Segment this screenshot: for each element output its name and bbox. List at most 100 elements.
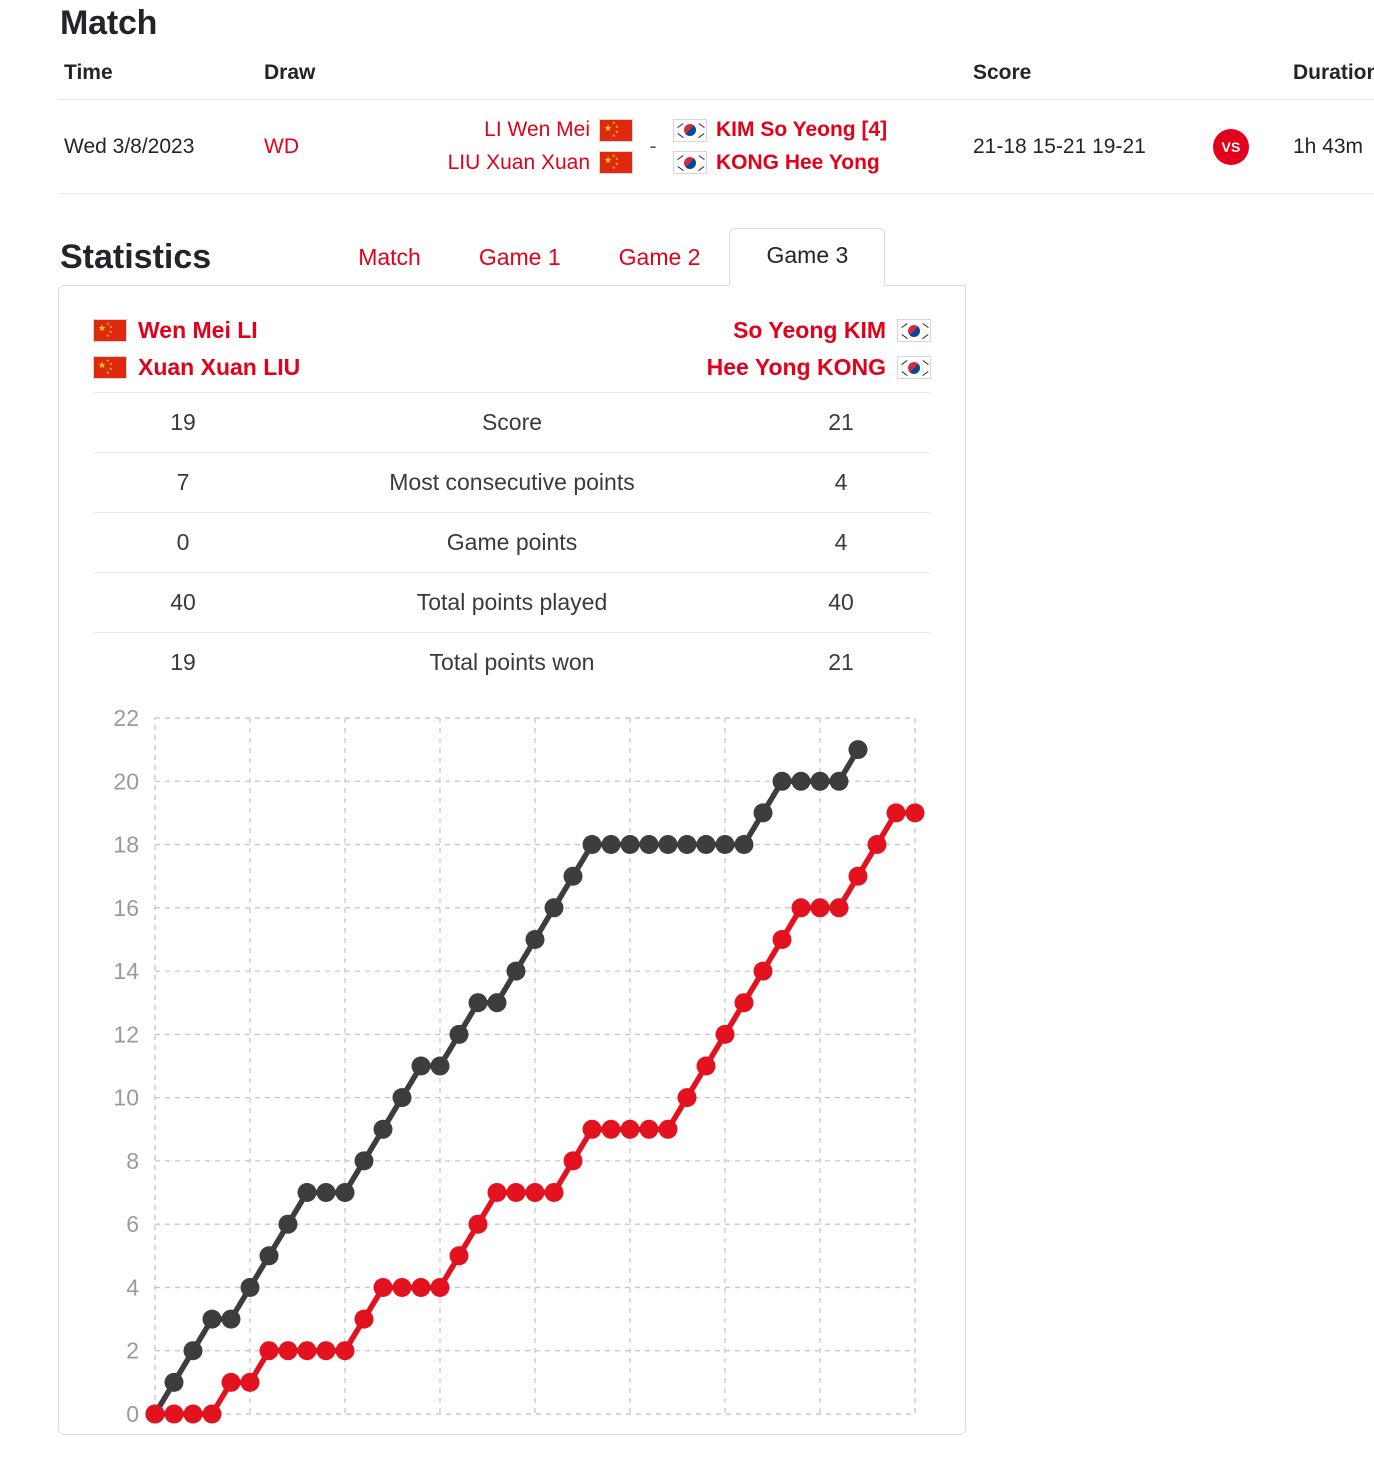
chart-data-point[interactable] (658, 1119, 678, 1139)
chart-data-point[interactable] (278, 1341, 298, 1361)
chart-data-point[interactable] (563, 866, 583, 886)
chart-data-point[interactable] (354, 1309, 374, 1329)
chart-data-point[interactable] (753, 803, 773, 823)
stats-left-player-2[interactable]: ★ ★ ★ ★ ★ Xuan Xuan LIU (93, 354, 300, 381)
tab-match[interactable]: Match (329, 233, 450, 285)
tab-game-2[interactable]: Game 2 (590, 233, 730, 285)
left-player-2-row[interactable]: LIU Xuan Xuan ★ ★ ★ ★ ★ (374, 147, 633, 180)
chart-data-point[interactable] (240, 1372, 260, 1392)
chart-data-point[interactable] (582, 1119, 602, 1139)
chart-data-point[interactable] (468, 993, 488, 1013)
chart-data-point[interactable] (734, 993, 754, 1013)
chart-data-point[interactable] (753, 961, 773, 981)
chart-data-point[interactable] (525, 1183, 545, 1203)
chart-data-point[interactable] (202, 1309, 222, 1329)
statistics-tabs: Match Game 1 Game 2 Game 3 (329, 228, 886, 287)
chart-data-point[interactable] (449, 1024, 469, 1044)
match-time-cell: Wed 3/8/2023 (58, 99, 258, 195)
table-row: 40 Total points played 40 (93, 572, 931, 633)
chart-data-point[interactable] (183, 1341, 203, 1361)
chart-data-point[interactable] (487, 993, 507, 1013)
chart-data-point[interactable] (335, 1341, 355, 1361)
chart-data-point[interactable] (487, 1183, 507, 1203)
chart-data-point[interactable] (221, 1372, 241, 1392)
y-axis-tick-label: 10 (113, 1085, 139, 1111)
chart-data-point[interactable] (791, 771, 811, 791)
chart-data-point[interactable] (297, 1341, 317, 1361)
chart-data-point[interactable] (601, 1119, 621, 1139)
chart-data-point[interactable] (221, 1309, 241, 1329)
chart-data-point[interactable] (563, 1151, 583, 1171)
chart-data-point[interactable] (411, 1278, 431, 1298)
chart-data-point[interactable] (791, 898, 811, 918)
chart-data-point[interactable] (430, 1056, 450, 1076)
chart-data-point[interactable] (354, 1151, 374, 1171)
chart-data-point[interactable] (696, 1056, 716, 1076)
chart-data-point[interactable] (392, 1278, 412, 1298)
chart-data-point[interactable] (392, 1088, 412, 1108)
chart-data-point[interactable] (164, 1372, 184, 1392)
chart-data-point[interactable] (525, 930, 545, 950)
chart-data-point[interactable] (677, 1088, 697, 1108)
match-duration: 1h 43m (1293, 134, 1364, 158)
chart-data-point[interactable] (164, 1404, 184, 1424)
chart-data-point[interactable] (544, 898, 564, 918)
chart-data-point[interactable] (259, 1341, 279, 1361)
chart-data-point[interactable] (430, 1278, 450, 1298)
vs-badge-icon[interactable]: VS (1213, 128, 1249, 165)
players-row-2: ★ ★ ★ ★ ★ Xuan Xuan LIU Hee Yong KONG (93, 349, 931, 386)
chart-data-point[interactable] (772, 771, 792, 791)
chart-data-point[interactable] (658, 835, 678, 855)
chart-data-point[interactable] (620, 835, 640, 855)
chart-data-point[interactable] (373, 1119, 393, 1139)
chart-data-point[interactable] (601, 835, 621, 855)
chart-data-point[interactable] (145, 1404, 165, 1424)
chart-data-point[interactable] (639, 835, 659, 855)
tab-game-3[interactable]: Game 3 (729, 228, 886, 287)
chart-data-point[interactable] (316, 1341, 336, 1361)
chart-data-point[interactable] (297, 1183, 317, 1203)
chart-data-point[interactable] (278, 1214, 298, 1234)
chart-data-point[interactable] (848, 866, 868, 886)
chart-data-point[interactable] (867, 835, 887, 855)
chart-data-point[interactable] (848, 740, 868, 760)
chart-data-point[interactable] (677, 835, 697, 855)
chart-data-point[interactable] (506, 1183, 526, 1203)
stats-left-player-1[interactable]: ★ ★ ★ ★ ★ Wen Mei LI (93, 317, 258, 344)
chart-data-point[interactable] (544, 1183, 564, 1203)
chart-data-point[interactable] (373, 1278, 393, 1298)
chart-data-point[interactable] (905, 803, 925, 823)
chart-data-point[interactable] (582, 835, 602, 855)
chart-data-point[interactable] (810, 771, 830, 791)
chart-data-point[interactable] (829, 898, 849, 918)
match-draw[interactable]: WD (264, 135, 299, 158)
chart-data-point[interactable] (715, 835, 735, 855)
stats-right-player-1[interactable]: So Yeong KIM (733, 317, 931, 344)
right-player-2-row[interactable]: KONG Hee Yong (673, 147, 967, 180)
stat-label: Score (481, 409, 543, 436)
chart-data-point[interactable] (240, 1278, 260, 1298)
chart-data-point[interactable] (696, 835, 716, 855)
chart-data-point[interactable] (620, 1119, 640, 1139)
right-player-1-row[interactable]: KIM So Yeong [4] (673, 114, 967, 147)
tab-game-1[interactable]: Game 1 (450, 233, 590, 285)
chart-data-point[interactable] (202, 1404, 222, 1424)
chart-data-point[interactable] (506, 961, 526, 981)
left-player-1-row[interactable]: LI Wen Mei ★ ★ ★ ★ ★ (374, 114, 633, 147)
chart-data-point[interactable] (468, 1214, 488, 1234)
chart-data-point[interactable] (886, 803, 906, 823)
chart-data-point[interactable] (715, 1024, 735, 1044)
chart-data-point[interactable] (259, 1246, 279, 1266)
chart-data-point[interactable] (829, 771, 849, 791)
stats-right-player-2[interactable]: Hee Yong KONG (707, 354, 931, 381)
chart-data-point[interactable] (183, 1404, 203, 1424)
chart-data-point[interactable] (411, 1056, 431, 1076)
chart-data-point[interactable] (316, 1183, 336, 1203)
chart-data-point[interactable] (449, 1246, 469, 1266)
chart-data-point[interactable] (639, 1119, 659, 1139)
chart-data-point[interactable] (810, 898, 830, 918)
chart-data-point[interactable] (772, 930, 792, 950)
match-row[interactable]: Wed 3/8/2023 WD LI Wen Mei ★ ★ ★ ★ ★ LIU Xua… (58, 99, 1374, 195)
chart-data-point[interactable] (734, 835, 754, 855)
chart-data-point[interactable] (335, 1183, 355, 1203)
